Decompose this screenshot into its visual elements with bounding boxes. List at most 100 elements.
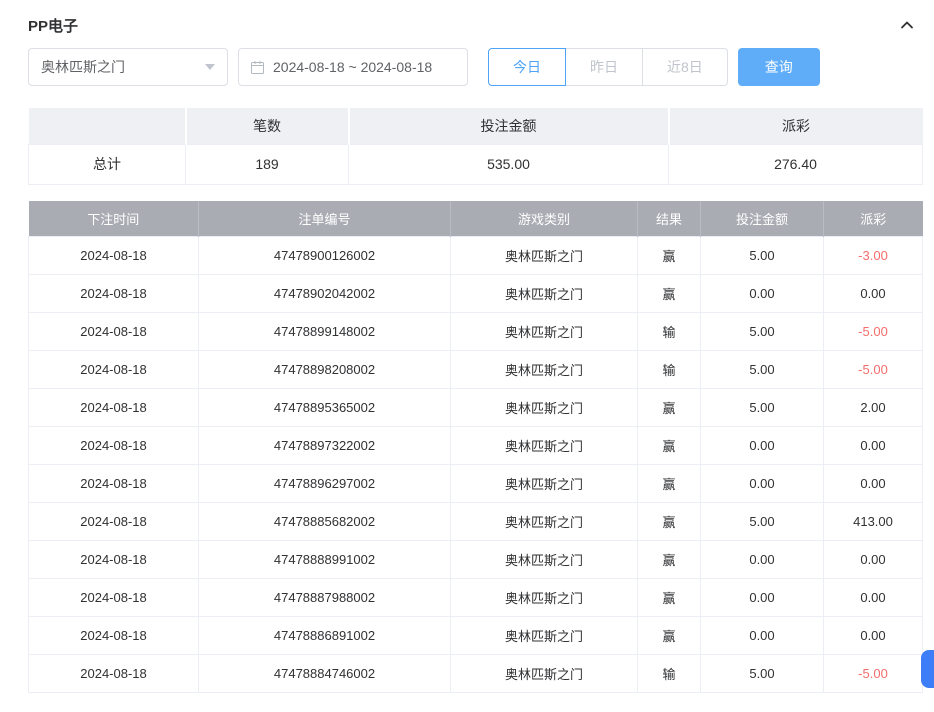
cell-payout: 0.00 [824,465,923,503]
summary-total-bet-amount: 535.00 [349,144,669,184]
calendar-icon [250,60,265,75]
table-row: 2024-08-1847478887988002奥林匹斯之门赢0.000.00 [29,579,923,617]
cell-bet-id: 47478887988002 [199,579,451,617]
cell-game-category: 奥林匹斯之门 [451,275,638,313]
cell-payout: 2.00 [824,389,923,427]
cell-game-category: 奥林匹斯之门 [451,465,638,503]
cell-bet-time: 2024-08-18 [29,503,199,541]
cell-game-category: 奥林匹斯之门 [451,617,638,655]
cell-bet-amount: 5.00 [701,237,824,275]
records-header-amount: 投注金额 [701,201,824,237]
cell-bet-amount: 5.00 [701,655,824,693]
cell-bet-time: 2024-08-18 [29,655,199,693]
cell-payout: -5.00 [824,313,923,351]
table-row: 2024-08-1847478885682002奥林匹斯之门赢5.00413.0… [29,503,923,541]
summary-table: 笔数 投注金额 派彩 总计 189 535.00 276.40 [28,108,923,185]
cell-result: 赢 [638,465,701,503]
cell-bet-amount: 5.00 [701,351,824,389]
quick-range-group: 今日 昨日 近8日 [488,48,728,86]
search-button[interactable]: 查询 [738,48,820,86]
records-header-result: 结果 [638,201,701,237]
cell-bet-id: 47478896297002 [199,465,451,503]
summary-header-blank [29,108,186,144]
table-row: 2024-08-1847478902042002奥林匹斯之门赢0.000.00 [29,275,923,313]
cell-bet-amount: 5.00 [701,389,824,427]
game-select-value: 奥林匹斯之门 [41,57,125,77]
cell-game-category: 奥林匹斯之门 [451,655,638,693]
cell-bet-time: 2024-08-18 [29,617,199,655]
cell-bet-id: 47478900126002 [199,237,451,275]
cell-game-category: 奥林匹斯之门 [451,541,638,579]
cell-bet-time: 2024-08-18 [29,427,199,465]
cell-bet-time: 2024-08-18 [29,541,199,579]
cell-payout: 0.00 [824,541,923,579]
game-select[interactable]: 奥林匹斯之门 [28,48,228,86]
cell-bet-amount: 5.00 [701,503,824,541]
cell-result: 赢 [638,275,701,313]
cell-bet-time: 2024-08-18 [29,313,199,351]
cell-payout: 0.00 [824,579,923,617]
table-row: 2024-08-1847478896297002奥林匹斯之门赢0.000.00 [29,465,923,503]
cell-game-category: 奥林匹斯之门 [451,313,638,351]
chevron-down-icon [205,64,215,70]
cell-game-category: 奥林匹斯之门 [451,427,638,465]
pp-games-panel: PP电子 奥林匹斯之门 2024-08-18 ~ 2024-08-18 今日 昨… [0,0,934,712]
cell-bet-time: 2024-08-18 [29,465,199,503]
records-header-payout: 派彩 [824,201,923,237]
summary-header-row: 笔数 投注金额 派彩 [29,108,923,144]
summary-header-count: 笔数 [186,108,349,144]
cell-payout: -5.00 [824,655,923,693]
cell-bet-time: 2024-08-18 [29,237,199,275]
filter-bar: 奥林匹斯之门 2024-08-18 ~ 2024-08-18 今日 昨日 近8日… [0,48,934,86]
cell-result: 赢 [638,237,701,275]
cell-bet-time: 2024-08-18 [29,351,199,389]
page-title: PP电子 [28,15,78,36]
summary-total-row: 总计 189 535.00 276.40 [29,144,923,184]
records-header-row: 下注时间 注单编号 游戏类别 结果 投注金额 派彩 [29,201,923,237]
cell-result: 赢 [638,427,701,465]
panel-header: PP电子 [0,0,934,44]
cell-bet-id: 47478895365002 [199,389,451,427]
cell-result: 输 [638,351,701,389]
cell-result: 输 [638,655,701,693]
cell-bet-time: 2024-08-18 [29,579,199,617]
date-range-value: 2024-08-18 ~ 2024-08-18 [273,59,432,75]
summary-total-label: 总计 [29,144,186,184]
table-row: 2024-08-1847478884746002奥林匹斯之门输5.00-5.00 [29,655,923,693]
cell-result: 输 [638,313,701,351]
cell-result: 赢 [638,389,701,427]
cell-bet-time: 2024-08-18 [29,389,199,427]
cell-bet-id: 47478902042002 [199,275,451,313]
cell-game-category: 奥林匹斯之门 [451,237,638,275]
table-row: 2024-08-1847478899148002奥林匹斯之门输5.00-5.00 [29,313,923,351]
summary-header-bet-amount: 投注金额 [349,108,669,144]
date-range-input[interactable]: 2024-08-18 ~ 2024-08-18 [238,48,468,86]
cell-bet-amount: 0.00 [701,541,824,579]
cell-payout: -5.00 [824,351,923,389]
cell-result: 赢 [638,579,701,617]
cell-bet-id: 47478885682002 [199,503,451,541]
table-row: 2024-08-1847478898208002奥林匹斯之门输5.00-5.00 [29,351,923,389]
cell-bet-amount: 0.00 [701,617,824,655]
cell-payout: 0.00 [824,427,923,465]
cell-result: 赢 [638,617,701,655]
cell-bet-id: 47478886891002 [199,617,451,655]
summary-header-payout: 派彩 [669,108,923,144]
table-row: 2024-08-1847478886891002奥林匹斯之门赢0.000.00 [29,617,923,655]
quick-range-last8days-button[interactable]: 近8日 [642,48,728,86]
cell-game-category: 奥林匹斯之门 [451,389,638,427]
collapse-chevron-up-icon[interactable] [898,16,916,34]
cell-bet-id: 47478899148002 [199,313,451,351]
quick-range-yesterday-button[interactable]: 昨日 [565,48,643,86]
table-row: 2024-08-1847478900126002奥林匹斯之门赢5.00-3.00 [29,237,923,275]
summary-total-count: 189 [186,144,349,184]
quick-range-today-button[interactable]: 今日 [488,48,566,86]
cell-game-category: 奥林匹斯之门 [451,503,638,541]
cell-bet-amount: 0.00 [701,275,824,313]
floating-widget-button[interactable] [921,650,934,688]
records-table: 下注时间 注单编号 游戏类别 结果 投注金额 派彩 2024-08-184747… [28,201,923,694]
cell-payout: 413.00 [824,503,923,541]
cell-payout: 0.00 [824,617,923,655]
cell-bet-id: 47478897322002 [199,427,451,465]
cell-bet-amount: 0.00 [701,465,824,503]
